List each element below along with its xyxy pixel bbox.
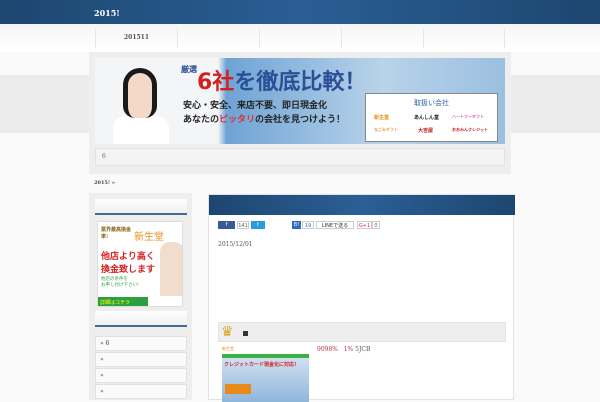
sidebar-ad[interactable]: 業界最高換金率! 新生堂 他店より高く 換金致します 他店の条件を お申し付け下… (97, 221, 183, 307)
company-logo: おおみんクレジット (452, 127, 488, 132)
sidebar-link[interactable]: » (95, 384, 187, 399)
ad-text: 換金致します (101, 265, 156, 275)
widget-header (95, 199, 187, 215)
post-title-bar (209, 195, 515, 215)
companies-title: 取扱い会社 (414, 99, 449, 107)
line-share-button[interactable]: LINEで送る (316, 221, 354, 229)
screenshot-button (225, 384, 251, 394)
gplus-button[interactable]: G+1 (357, 221, 372, 229)
screenshot-text: クレジットカード現金化に対応！ (224, 362, 300, 368)
ranking-header: ♛ (218, 322, 506, 342)
sidebar-link[interactable]: » (95, 368, 187, 383)
post-date: 2015/12/01 (218, 241, 253, 248)
ad-person (160, 242, 182, 296)
banner-image[interactable]: 厳選6社を徹底比較！ 安心・安全、来店不要、即日現金化 あなたのピッタリの会社を… (95, 58, 505, 144)
facebook-count: 141 (237, 221, 249, 229)
sidebar-link[interactable]: » (95, 352, 187, 367)
ad-text: お申し付け下さい! (101, 283, 139, 288)
nav-item[interactable]: 201511 (95, 28, 177, 48)
ranking-details: 9098% 1% 5JCB (317, 346, 370, 353)
company-logo: ハートフーギフト (452, 114, 484, 119)
banner-subline: 安心・安全、来店不要、即日現金化 (183, 101, 328, 111)
square-marker-icon (243, 331, 248, 336)
banner-headline: 厳選6社を徹底比較！ (181, 65, 367, 95)
company-logo: なごみギフト (374, 127, 398, 132)
main-content: f 141 t B! 19 LINEで送る G+1 0 2015/12/01 ♛… (208, 194, 515, 402)
nav-item[interactable] (341, 28, 423, 48)
sidebar: 業界最高換金率! 新生堂 他店より高く 換金致します 他店の条件を お申し付け下… (89, 193, 192, 400)
breadcrumb[interactable]: 2015! » (94, 180, 115, 186)
banner-subline-2: あなたのピッタリの会社を見つけよう！ (183, 115, 346, 125)
ad-text: 他店より高く (101, 252, 155, 262)
gplus-count: 0 (372, 221, 380, 229)
rate-value-2: 1% (343, 346, 354, 353)
rate-value: 9098% (317, 346, 338, 353)
site-screenshot[interactable]: 新生堂 クレジットカード現金化に対応！ (222, 346, 309, 402)
nav-bar: 201511 (0, 24, 600, 52)
banner-person-face (123, 68, 157, 118)
nav-item[interactable] (177, 28, 259, 48)
ad-cta[interactable]: 詳細はコチラ (98, 297, 148, 306)
twitter-share-button[interactable]: t (251, 221, 265, 229)
site-title[interactable]: 2015! (94, 8, 120, 18)
nav-item[interactable] (259, 28, 341, 48)
company-logo: 大吉屋 (418, 128, 434, 134)
info-bar: 6 (95, 148, 505, 166)
site-header: 2015! (0, 0, 600, 24)
banner-person-body (113, 116, 169, 144)
company-logo: あんしん堂 (414, 115, 440, 121)
ad-brand: 新生堂 (134, 232, 164, 243)
hatena-button[interactable]: B! (292, 221, 301, 229)
crown-icon: ♛ (221, 324, 234, 340)
screenshot-brand: 新生堂 (222, 346, 234, 351)
cards-text: 5JCB (355, 346, 371, 353)
widget-header (95, 311, 187, 327)
company-logo: 新生堂 (374, 115, 390, 121)
facebook-share-button[interactable]: f (218, 221, 235, 229)
ad-text: 業界最高換金率! (101, 227, 132, 240)
hatena-count: 19 (302, 221, 314, 229)
companies-box: 取扱い会社 新生堂 あんしん堂 ハートフーギフト なごみギフト 大吉屋 おおみん… (365, 93, 498, 142)
sidebar-link[interactable]: » 6 (95, 336, 187, 351)
nav-item[interactable] (423, 28, 505, 48)
